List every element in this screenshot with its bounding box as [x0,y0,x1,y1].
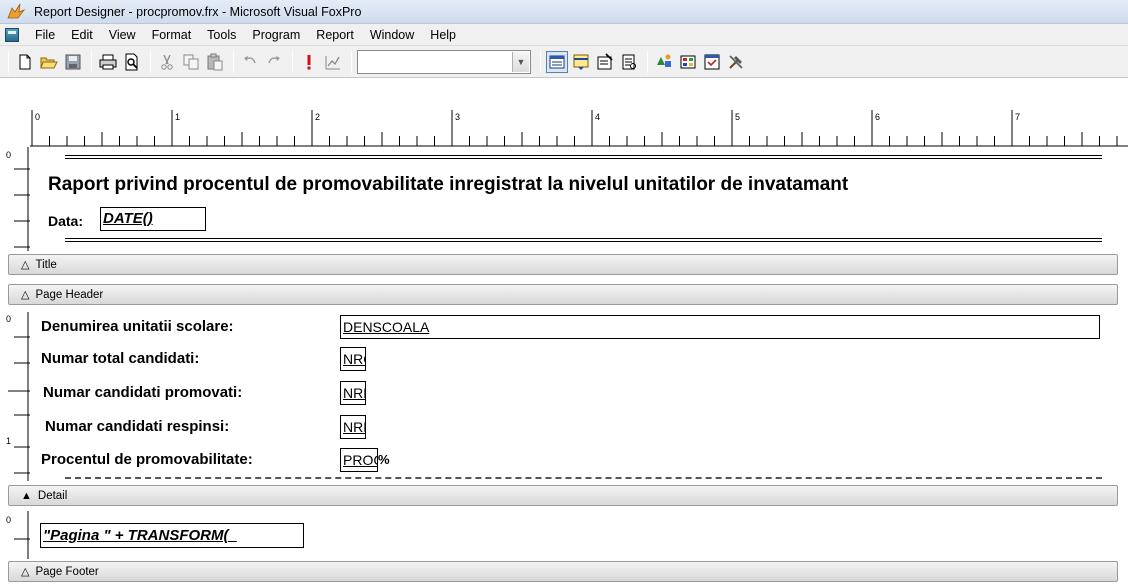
paste-icon[interactable] [204,51,226,73]
title-bottom-double-line[interactable] [65,238,1102,242]
foxpro-app-icon [7,3,26,18]
window-titlebar: Report Designer - procpromov.frx - Micro… [0,0,1128,24]
field-nrc[interactable]: NRC [340,347,366,371]
menu-tools[interactable]: Tools [199,24,244,46]
menu-program[interactable]: Program [244,24,308,46]
object-combo[interactable]: ▼ [357,49,531,74]
vruler-label-1: 1 [6,436,11,446]
band-bar-page-header[interactable]: △ Page Header [8,284,1118,305]
undo-icon[interactable] [239,51,261,73]
toolbar-separator [351,50,352,73]
redo-icon[interactable] [263,51,285,73]
print-preview-icon[interactable] [121,51,143,73]
band-bar-detail-label: Detail [37,489,68,502]
vruler-label-detail-0: 0 [6,314,11,324]
date-expression-field[interactable]: DATE() [100,207,206,231]
ruler-label-2: 2 [315,112,320,122]
color-palette-icon[interactable] [677,51,699,73]
menu-view[interactable]: View [101,24,144,46]
band-bar-detail[interactable]: ▲ Detail [8,485,1118,506]
field-proc-text: PROC [343,452,377,468]
toolbar-grip [8,50,9,73]
detail-dashed-separator-line[interactable] [65,477,1102,479]
detail-band-area[interactable]: Denumirea unitatii scolare: DENSCOALA Nu… [30,308,1128,484]
report-document-icon[interactable] [5,27,19,42]
band-bar-title-label: Title [35,258,57,271]
page-footer-band-area[interactable]: "Pagina " + TRANSFORM(_ [30,509,1128,559]
data-environment-icon[interactable] [570,51,592,73]
report-heading[interactable]: Raport privind procentul de promovabilit… [48,174,848,196]
ruler-label-6: 6 [875,112,880,122]
label-denumirea[interactable]: Denumirea unitatii scolare: [41,318,234,335]
band-bar-title[interactable]: △ Title [8,254,1118,275]
chevron-down-icon[interactable]: ▼ [512,51,529,72]
horizontal-ruler: 0 1 2 3 4 5 6 7 [30,110,1128,147]
properties-icon[interactable] [594,51,616,73]
report-controls-toolbar-icon[interactable] [546,50,568,73]
label-procentul[interactable]: Procentul de promovabilitate: [41,451,253,468]
field-denscoala-text: DENSCOALA [343,319,430,335]
standard-toolbar: ▼ [0,46,1128,78]
title-top-double-line[interactable] [65,155,1102,159]
modify-chart-icon[interactable] [322,51,344,73]
vruler-label-0: 0 [6,150,11,160]
page-number-expression-field[interactable]: "Pagina " + TRANSFORM(_ [40,523,304,548]
tools-hammer-icon[interactable] [725,51,747,73]
run-exclamation-icon[interactable] [298,51,320,73]
band-bar-page-footer[interactable]: △ Page Footer [8,561,1118,582]
label-numar-respinsi[interactable]: Numar candidati respinsi: [45,418,229,435]
new-file-icon[interactable] [14,51,36,73]
open-folder-icon[interactable] [38,51,60,73]
band-bar-page-footer-label: Page Footer [35,565,99,578]
field-nrp-text: NRP [343,385,365,401]
toolbar-separator [292,50,293,73]
field-nrc-text: NRC [343,351,365,367]
ruler-label-0: 0 [35,112,40,122]
label-numar-promovati[interactable]: Numar candidati promovati: [43,384,242,401]
percent-sign-label[interactable]: % [378,452,390,467]
code-window-icon[interactable] [618,51,640,73]
cut-icon[interactable] [156,51,178,73]
print-icon[interactable] [97,51,119,73]
ruler-label-3: 3 [455,112,460,122]
menu-window[interactable]: Window [362,24,422,46]
ruler-label-1: 1 [175,112,180,122]
field-denscoala[interactable]: DENSCOALA [340,315,1100,339]
band-bar-page-header-label: Page Header [35,288,104,301]
menu-edit[interactable]: Edit [63,24,101,46]
toolbar-separator [540,50,541,73]
field-nrp[interactable]: NRP [340,381,366,405]
label-numar-total[interactable]: Numar total candidati: [41,350,199,367]
window-title: Report Designer - procpromov.frx - Micro… [34,4,362,19]
ruler-label-5: 5 [735,112,740,122]
menu-help[interactable]: Help [422,24,464,46]
field-proc[interactable]: PROC [340,448,378,472]
toolbar-separator [233,50,234,73]
toolbar-separator [150,50,151,73]
menu-file[interactable]: File [27,24,63,46]
ruler-label-4: 4 [595,112,600,122]
copy-icon[interactable] [180,51,202,73]
vertical-ruler-marks: 0 0 1 0 [6,147,30,559]
menu-format[interactable]: Format [144,24,200,46]
date-label[interactable]: Data: [48,213,83,229]
layout-toolbar-icon[interactable] [653,51,675,73]
form-wizard-icon[interactable] [701,51,723,73]
field-nrr-text: NRR [343,419,365,435]
toolbar-separator [91,50,92,73]
menu-bar: File Edit View Format Tools Program Repo… [0,24,1128,46]
toolbar-separator [647,50,648,73]
vruler-label-footer-0: 0 [6,515,11,525]
ruler-label-7: 7 [1015,112,1020,122]
menu-report[interactable]: Report [308,24,362,46]
save-icon[interactable] [62,51,84,73]
title-band-area[interactable]: Raport privind procentul de promovabilit… [30,147,1128,249]
field-nrr[interactable]: NRR [340,415,366,439]
